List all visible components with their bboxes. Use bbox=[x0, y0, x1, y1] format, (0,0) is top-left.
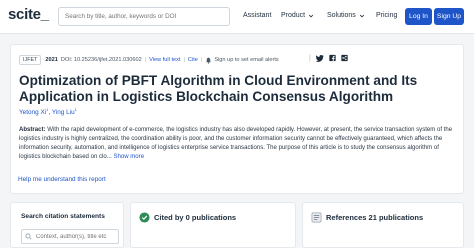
email-alerts-link[interactable]: Sign up to set email alerts bbox=[214, 57, 278, 63]
nav-product-label: Product bbox=[281, 12, 306, 19]
search-icon bbox=[25, 233, 32, 240]
author-link[interactable]: Yetong Xi1 bbox=[19, 107, 48, 117]
signup-button[interactable]: Sign Up bbox=[434, 8, 464, 25]
share-separator: | bbox=[309, 54, 311, 62]
divider: | bbox=[144, 57, 147, 63]
tab-cited-by-label: Cited by 0 publications bbox=[154, 213, 237, 222]
share-icons: | bbox=[309, 54, 348, 62]
tab-references-label: References 21 publications bbox=[326, 213, 424, 222]
nav-assistant[interactable]: Assistant bbox=[243, 12, 271, 19]
bell-icon bbox=[206, 57, 212, 64]
nav-product-dropdown[interactable]: Product bbox=[281, 12, 314, 19]
nav-solutions-dropdown[interactable]: Solutions bbox=[327, 12, 365, 19]
author-affiliation-number: 1 bbox=[74, 107, 77, 112]
citation-search-title: Search citation statements bbox=[21, 213, 105, 220]
nav-assistant-label: Assistant bbox=[243, 12, 272, 19]
abstract: Abstract: With the rapid development of … bbox=[19, 126, 459, 162]
login-button[interactable]: Log In bbox=[405, 8, 432, 25]
references-icon bbox=[311, 212, 322, 223]
chevron-down-icon bbox=[309, 14, 314, 17]
view-full-text-link[interactable]: View full text bbox=[149, 57, 180, 63]
show-more-link[interactable]: Show more bbox=[113, 154, 144, 160]
divider: | bbox=[183, 57, 185, 63]
citation-search-panel: Search citation statements bbox=[10, 202, 124, 248]
author-name: Ying Liu bbox=[51, 109, 75, 117]
paper-meta-row: IJFET 2021 DOI: 10.25236/ijfet.2021.0306… bbox=[19, 55, 279, 65]
facebook-icon[interactable] bbox=[329, 54, 336, 62]
divider: | bbox=[200, 57, 203, 63]
citation-search-input[interactable] bbox=[21, 229, 119, 244]
author-name: Yetong Xi bbox=[19, 109, 47, 117]
cited-by-icon bbox=[139, 212, 150, 223]
abstract-text: With the rapid development of e-commerce… bbox=[19, 127, 453, 160]
scite-logo[interactable]: scite_ bbox=[8, 6, 49, 23]
chevron-down-icon bbox=[359, 14, 364, 17]
share-icon[interactable] bbox=[341, 54, 348, 62]
search-bar[interactable] bbox=[58, 7, 230, 26]
top-navbar: scite_ Assistant Product Solutions Prici… bbox=[0, 0, 474, 34]
help-understand-report-link[interactable]: Help me understand this report bbox=[18, 176, 106, 183]
nav-pricing[interactable]: Pricing bbox=[376, 12, 397, 19]
journal-badge[interactable]: IJFET bbox=[19, 55, 42, 65]
abstract-label: Abstract: bbox=[19, 127, 46, 133]
search-input[interactable] bbox=[65, 13, 215, 20]
tab-references[interactable]: References 21 publications bbox=[302, 202, 464, 248]
paper-card: IJFET 2021 DOI: 10.25236/ijfet.2021.0306… bbox=[10, 44, 464, 194]
doi-text: DOI: 10.25236/ijfet.2021.030602 bbox=[60, 57, 142, 63]
nav-solutions-label: Solutions bbox=[327, 12, 356, 19]
tab-cited-by[interactable]: Cited by 0 publications bbox=[130, 202, 296, 248]
author-link[interactable]: Ying Liu1 bbox=[51, 107, 77, 117]
author-list: Yetong Xi1, Ying Liu1 bbox=[19, 107, 77, 116]
paper-title: Optimization of PBFT Algorithm in Cloud … bbox=[19, 73, 418, 104]
publication-year: 2021 bbox=[45, 57, 58, 63]
nav-pricing-label: Pricing bbox=[376, 12, 398, 19]
twitter-icon[interactable] bbox=[315, 54, 324, 62]
cite-link[interactable]: Cite bbox=[188, 57, 198, 63]
